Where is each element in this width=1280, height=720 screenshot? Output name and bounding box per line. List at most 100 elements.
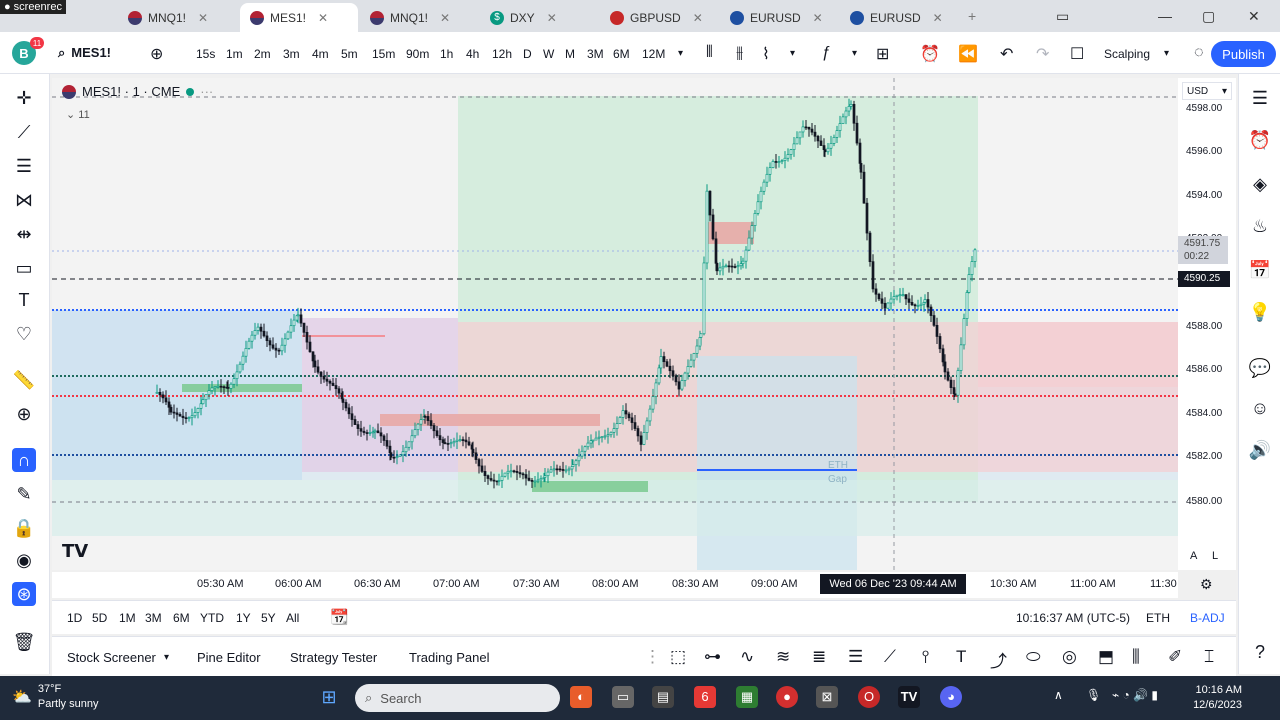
range-5d[interactable]: 5D — [92, 611, 107, 625]
sliders-icon[interactable]: ⫼ — [1132, 647, 1140, 667]
horizontal-line-icon[interactable]: ⊶ — [704, 647, 721, 667]
adjust-toggle[interactable]: B-ADJ — [1190, 611, 1225, 625]
help-icon[interactable]: ? — [1248, 640, 1272, 664]
quick-search-icon[interactable]: ◌ — [1194, 44, 1204, 62]
chevron-down-icon[interactable]: ▾ — [164, 652, 169, 663]
taskbar-clock[interactable]: 10:16 AM 12/6/2023 — [1186, 683, 1242, 713]
range-1y[interactable]: 1Y — [236, 611, 251, 625]
replay-icon[interactable]: ⏪ — [958, 44, 978, 64]
interval-3m[interactable]: 3M — [587, 47, 604, 61]
microphone-icon[interactable]: 🎙 — [1086, 688, 1101, 702]
auto-scale-button[interactable]: A — [1190, 550, 1197, 562]
close-icon[interactable]: ✕ — [693, 11, 703, 25]
rectangle-icon[interactable]: ▭ — [12, 256, 36, 280]
interval-4h[interactable]: 4h — [466, 47, 479, 61]
more-icon[interactable]: ··· — [200, 84, 213, 99]
app-icon-5[interactable]: ⊠ — [816, 686, 838, 708]
maximize-icon[interactable]: ▢ — [1202, 8, 1215, 25]
interval-15m[interactable]: 15m — [372, 47, 395, 61]
ellipse-icon[interactable]: ⬭ — [1026, 647, 1041, 667]
discord-icon[interactable]: ◕ — [940, 686, 962, 708]
interval-w[interactable]: W — [543, 47, 554, 61]
trash-icon[interactable]: 🗑 — [12, 630, 36, 654]
vertical-line-icon[interactable]: ⫯ — [922, 647, 929, 667]
streams-icon[interactable]: ☺ — [1248, 396, 1272, 420]
pattern-icon[interactable]: ⋈ — [12, 188, 36, 212]
alerts-clock-icon[interactable]: ⏰ — [1248, 128, 1272, 152]
eye-icon[interactable]: ◉ — [12, 548, 36, 572]
circle-icon[interactable]: ◎ — [1062, 647, 1077, 667]
indicators-icon[interactable]: ƒ — [822, 44, 831, 62]
lock-icon[interactable]: 🔒 — [12, 516, 36, 540]
close-icon[interactable]: ✕ — [198, 11, 208, 25]
callout-icon[interactable]: ⬒ — [1098, 647, 1114, 667]
notifications-icon[interactable]: 🔊 — [1248, 438, 1272, 462]
range-1d[interactable]: 1D — [67, 611, 82, 625]
channel-icon[interactable]: ≋ — [776, 647, 790, 667]
curve-icon[interactable]: ⤴ — [990, 647, 1007, 672]
range-all[interactable]: All — [286, 611, 299, 625]
interval-1m[interactable]: 1m — [226, 47, 243, 61]
crosshair-icon[interactable]: ✛ — [12, 86, 36, 110]
windows-start-icon[interactable]: ⊞ — [318, 686, 340, 708]
interval-15s[interactable]: 15s — [196, 47, 215, 61]
task-view-icon[interactable]: ▭ — [612, 686, 634, 708]
templates-icon[interactable]: ⊞ — [876, 44, 889, 64]
interval-m[interactable]: M — [565, 47, 575, 61]
interval-6m[interactable]: 6M — [613, 47, 630, 61]
interval-3m[interactable]: 3m — [283, 47, 300, 61]
new-tab-icon[interactable]: + — [968, 8, 976, 24]
interval-d[interactable]: D — [523, 47, 532, 61]
bars-type-icon[interactable]: ⫵ — [736, 44, 743, 62]
minimize-icon[interactable]: — — [1158, 8, 1172, 24]
ray-icon[interactable]: ⟋ — [884, 647, 896, 667]
interval-5m[interactable]: 5m — [341, 47, 358, 61]
record-app-icon[interactable]: ● — [776, 686, 798, 708]
heart-icon[interactable]: ♡ — [12, 322, 36, 346]
projection-icon[interactable]: ⇹ — [12, 222, 36, 246]
browser-tab-mes[interactable]: MES1! ✕ — [240, 3, 358, 32]
range-ytd[interactable]: YTD — [200, 611, 224, 625]
publish-button[interactable]: Publish — [1211, 41, 1276, 67]
tab-stock-screener[interactable]: Stock Screener — [67, 650, 156, 665]
range-3m[interactable]: 3M — [145, 611, 162, 625]
undo-icon[interactable]: ↶ — [1000, 44, 1013, 64]
tab-trading-panel[interactable]: Trading Panel — [409, 650, 489, 665]
text-tool-icon[interactable]: T — [956, 647, 966, 667]
chevron-down-icon[interactable]: ▾ — [852, 48, 857, 59]
fib-levels-icon[interactable]: ☰ — [848, 647, 863, 667]
hotlist-fire-icon[interactable]: ♨ — [1248, 214, 1272, 238]
taskbar-search[interactable]: ⌕ Search — [355, 684, 560, 712]
tray-chevron-icon[interactable]: ∧ — [1054, 688, 1063, 702]
browser-tab-eurusd-1[interactable]: EURUSD ✕ — [720, 3, 838, 32]
indicator-collapse[interactable]: ⌄ 11 — [66, 108, 90, 121]
interval-1h[interactable]: 1h — [440, 47, 453, 61]
log-scale-button[interactable]: L — [1212, 550, 1218, 562]
app-icon-2[interactable]: ▤ — [652, 686, 674, 708]
opera-icon[interactable]: O — [858, 686, 880, 708]
weather-widget[interactable]: ⛅ 37°F Partly sunny — [12, 682, 98, 712]
fib-channel-icon[interactable]: ≣ — [812, 647, 826, 667]
window-close-icon[interactable]: ✕ — [1248, 8, 1260, 25]
compare-symbol-icon[interactable]: ⊕ — [150, 44, 163, 64]
chevron-down-icon[interactable]: ▾ — [1164, 48, 1169, 59]
browser-tab-eurusd-2[interactable]: EURUSD ✕ — [840, 3, 958, 32]
tab-pine-editor[interactable]: Pine Editor — [197, 650, 261, 665]
currency-selector[interactable]: USD ▾ — [1182, 82, 1232, 100]
chart-pane[interactable]: ETH Gap — [52, 78, 1178, 570]
app-icon-1[interactable]: ◐ — [570, 686, 592, 708]
alert-icon[interactable]: ⏰ — [920, 44, 940, 64]
measure-icon[interactable]: ⌶ — [1204, 647, 1214, 667]
ideas-bulb-icon[interactable]: 💡 — [1248, 300, 1272, 324]
interval-90m[interactable]: 90m — [406, 47, 429, 61]
candles-type-icon[interactable]: ⫴ — [706, 44, 713, 62]
interval-4m[interactable]: 4m — [312, 47, 329, 61]
layers-icon[interactable]: ◈ — [1248, 172, 1272, 196]
tab-strategy-tester[interactable]: Strategy Tester — [290, 650, 377, 665]
stay-drawing-icon[interactable]: ✎ — [12, 482, 36, 506]
chevron-down-icon[interactable]: ▾ — [678, 48, 683, 59]
layout-icon[interactable]: ☐ — [1070, 44, 1084, 64]
trend-line-icon[interactable]: ⟋ — [12, 120, 36, 144]
close-icon[interactable]: ✕ — [440, 11, 450, 25]
interval-2m[interactable]: 2m — [254, 47, 271, 61]
